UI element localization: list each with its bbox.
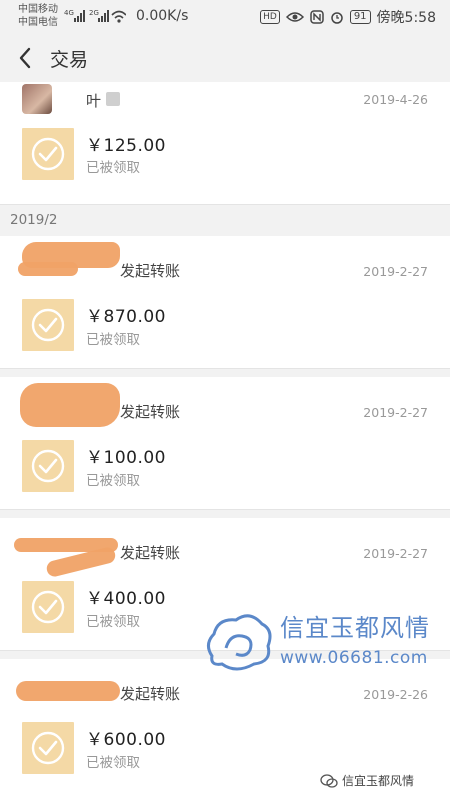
page-title: 交易 (50, 49, 89, 71)
transfer-tile (22, 581, 74, 633)
transaction-date: 2019-4-26 (363, 92, 428, 107)
transfer-tile (22, 722, 74, 774)
watermark-url: www.06681.com (280, 648, 428, 668)
check-circle-icon (31, 449, 65, 483)
redaction (16, 681, 120, 701)
transaction-card[interactable]: 发起转账 2019-2-27 ￥100.00 已被领取 (0, 377, 450, 510)
battery-icon: 91 (349, 10, 371, 24)
transaction-card[interactable]: 发起转账 2019-2-27 ￥870.00 已被领取 (0, 236, 450, 369)
transaction-name: 发起转账 (120, 685, 181, 703)
network-speed: 0.00K/s (136, 8, 189, 24)
transaction-amount: ￥600.00 (86, 730, 166, 750)
transaction-status: 已被领取 (86, 473, 140, 489)
transaction-status: 已被领取 (86, 755, 140, 771)
transaction-date: 2019-2-26 (363, 687, 428, 702)
transaction-name: 叶 (86, 92, 102, 110)
clock: 傍晚5:58 (376, 10, 436, 26)
signal-icon: 4G 2G (64, 9, 126, 23)
transaction-name: 发起转账 (120, 544, 181, 562)
blurred-name (106, 92, 120, 106)
transfer-tile (22, 128, 74, 180)
transaction-amount: ￥125.00 (86, 136, 166, 156)
nav-bar: 交易 (0, 34, 450, 82)
watermark-title: 信宜玉都风情 (280, 614, 430, 642)
transaction-date: 2019-2-27 (363, 546, 428, 561)
footer-watermark: 信宜玉都风情 (320, 772, 414, 789)
wechat-icon (320, 773, 338, 788)
redaction (18, 262, 78, 276)
carrier-1: 中国移动 (18, 4, 58, 15)
check-circle-icon (31, 590, 65, 624)
alarm-icon (331, 12, 343, 24)
transfer-tile (22, 299, 74, 351)
nfc-icon (310, 10, 324, 24)
footer-watermark-text: 信宜玉都风情 (342, 774, 415, 788)
eye-icon (285, 12, 304, 22)
transaction-amount: ￥100.00 (86, 448, 166, 468)
month-header: 2019/2 (10, 212, 58, 228)
status-right: HD 91 傍晚5:58 (260, 7, 436, 27)
status-bar: 中国移动 中国电信 4G 2G 0.00K/s HD 91 傍晚5:58 (0, 0, 450, 34)
transaction-date: 2019-2-27 (363, 264, 428, 279)
transaction-date: 2019-2-27 (363, 405, 428, 420)
transfer-tile (22, 440, 74, 492)
check-circle-icon (31, 308, 65, 342)
transaction-card[interactable]: 叶 2019-4-26 ￥125.00 已被领取 (0, 82, 450, 205)
transaction-name: 发起转账 (120, 403, 181, 421)
transaction-amount: ￥400.00 (86, 589, 166, 609)
check-circle-icon (31, 731, 65, 765)
check-circle-icon (31, 137, 65, 171)
carrier-2: 中国电信 (18, 17, 58, 28)
cloud-logo-icon (207, 614, 272, 671)
hd-icon: HD (260, 10, 280, 24)
carrier-info: 中国移动 中国电信 (18, 3, 58, 29)
transaction-amount: ￥870.00 (86, 307, 166, 327)
back-button[interactable] (14, 44, 38, 72)
watermark: 信宜玉都风情 www.06681.com (200, 604, 450, 680)
svg-text:4G: 4G (64, 9, 74, 17)
transaction-status: 已被领取 (86, 614, 140, 630)
transaction-status: 已被领取 (86, 332, 140, 348)
transaction-status: 已被领取 (86, 160, 140, 176)
chevron-left-icon (19, 47, 31, 69)
transaction-name: 发起转账 (120, 262, 181, 280)
redaction (20, 383, 120, 427)
svg-text:2G: 2G (89, 9, 99, 17)
avatar (22, 84, 52, 114)
